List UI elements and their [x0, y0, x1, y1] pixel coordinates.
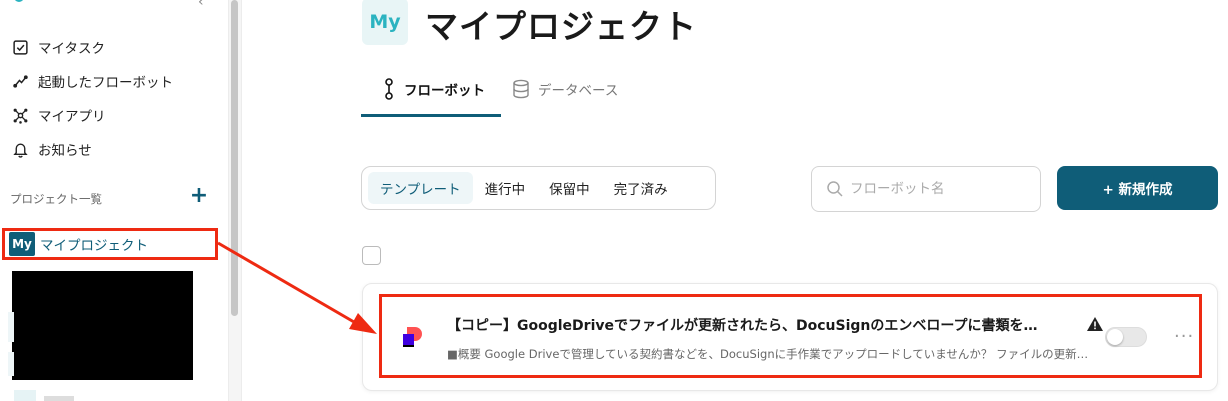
sidebar-scrollbar-thumb[interactable]: [231, 0, 238, 316]
sidebar-item-notifications[interactable]: お知らせ: [10, 136, 92, 162]
project-badge: My: [9, 232, 35, 256]
collapse-sidebar-icon[interactable]: ‹: [198, 0, 204, 10]
sidebar-fragment: [8, 352, 14, 376]
sidebar-fragment: [8, 312, 14, 342]
flowbot-icon: [385, 78, 393, 100]
tab-flowbot[interactable]: フローボット: [382, 76, 485, 102]
new-flow-button[interactable]: + 新規作成: [1057, 166, 1218, 210]
status-filter-group: テンプレート 進行中 保留中 完了済み: [361, 166, 716, 210]
checkbox-icon: [10, 37, 30, 57]
database-icon: [513, 79, 529, 99]
page-title: マイプロジェクト: [425, 7, 697, 46]
page-badge: My: [362, 0, 408, 45]
redacted-area: [12, 271, 193, 380]
select-all-checkbox[interactable]: [362, 246, 381, 265]
active-tab-indicator: [361, 114, 501, 117]
sidebar-item-my-tasks[interactable]: マイタスク: [10, 34, 105, 60]
bell-icon: [10, 139, 30, 159]
search-box: [811, 166, 1041, 212]
apps-icon: [10, 105, 30, 125]
sidebar: ‹ マイタスク 起動したフローボット マイアプリ お知らせ プロジェクト一覧 +…: [0, 0, 228, 401]
add-project-button[interactable]: +: [189, 185, 209, 207]
sidebar-item-running-flows[interactable]: 起動したフローボット: [10, 68, 173, 94]
filter-on-hold[interactable]: 保留中: [537, 172, 602, 204]
sidebar-item-my-apps[interactable]: マイアプリ: [10, 102, 106, 128]
search-icon: [827, 181, 843, 197]
tab-label: データベース: [538, 83, 619, 99]
app-logo: [14, 0, 24, 2]
filter-in-progress[interactable]: 進行中: [473, 172, 538, 204]
sidebar-item-label: お知らせ: [38, 143, 92, 159]
projects-section-label: プロジェクト一覧: [10, 192, 102, 206]
sidebar-fragment: [44, 396, 74, 401]
sidebar-item-label: マイタスク: [38, 41, 105, 57]
sidebar-item-label: マイアプリ: [38, 109, 106, 125]
sidebar-fragment: [14, 390, 36, 401]
filter-completed[interactable]: 完了済み: [602, 172, 680, 204]
flow-icon: [10, 71, 30, 91]
filter-template[interactable]: テンプレート: [368, 172, 473, 204]
tab-label: フローボット: [404, 83, 485, 99]
sidebar-item-label: 起動したフローボット: [38, 75, 173, 91]
annotation-highlight-box: [379, 294, 1202, 378]
tab-database[interactable]: データベース: [512, 76, 618, 102]
project-label: マイプロジェクト: [40, 238, 148, 254]
sidebar-item-my-project[interactable]: My マイプロジェクト: [2, 228, 218, 260]
search-input[interactable]: [850, 181, 1030, 197]
